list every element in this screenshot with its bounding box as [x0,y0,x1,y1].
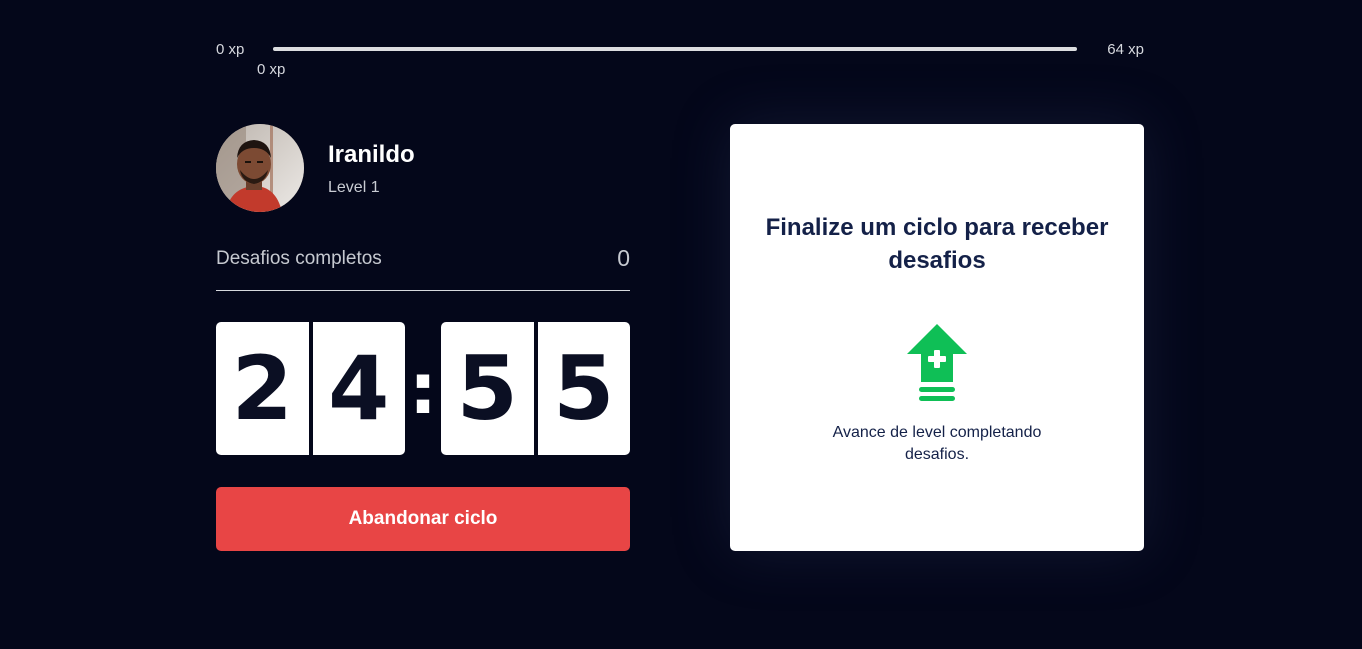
avatar [216,124,304,212]
countdown-seconds: 5 5 [441,322,630,455]
abandon-cycle-button[interactable]: Abandonar ciclo [216,487,630,551]
xp-min-label: 0 xp [216,41,245,58]
xp-track [273,47,1077,51]
experience-bar: 0 xp 0 xp 64 xp [216,36,1144,78]
completed-challenges: Desafios completos 0 [216,244,630,291]
second-ones-digit: 5 [533,322,630,455]
countdown-minutes: 2 4 [216,322,405,455]
second-tens-digit: 5 [441,322,534,455]
profile: Iranildo Level 1 [216,124,630,212]
user-photo-icon [216,124,304,212]
challenge-box-title: Finalize um ciclo para receber desafios [765,214,1109,274]
minute-tens-digit: 2 [216,322,309,455]
completed-challenges-label: Desafios completos [216,248,382,269]
challenge-box-description: Avance de level completando desafios. [832,424,1042,463]
profile-level: Level 1 [328,179,380,196]
xp-max-label: 64 xp [1107,41,1144,58]
profile-name: Iranildo [328,141,415,168]
countdown-separator: : [409,347,437,430]
challenge-box: Finalize um ciclo para receber desafios … [730,124,1144,551]
countdown: 2 4 : 5 5 [216,322,630,455]
minute-ones-digit: 4 [308,322,405,455]
completed-challenges-count: 0 [617,245,630,271]
page: 0 xp 0 xp 64 xp Iranildo Level 1 Desafio… [0,0,1362,649]
level-up-icon [907,324,967,401]
xp-current-label: 0 xp [257,61,286,78]
